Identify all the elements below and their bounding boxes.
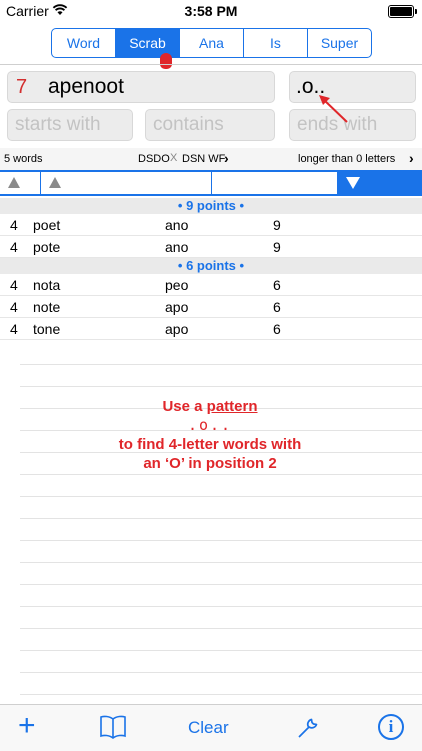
results-list: • 9 points • 4 poet ano 9 4 pote ano 9 •… [0, 198, 422, 340]
remaining-letters: peo [165, 277, 189, 293]
word: note [33, 299, 61, 315]
tab-super[interactable]: Super [308, 29, 371, 57]
info-bar: 5 words DSDO X DSN WF › longer than 0 le… [0, 148, 422, 170]
starts-with-placeholder: starts with [15, 114, 101, 135]
sort-letters-button[interactable] [212, 172, 338, 194]
remaining-letters: apo [165, 299, 189, 315]
pattern-field[interactable]: .o.. [289, 71, 416, 103]
table-row[interactable]: 4 pote ano 9 [0, 236, 422, 258]
annotation-arrow-icon [319, 95, 348, 123]
table-row[interactable]: 4 nota peo 6 [0, 274, 422, 296]
table-row[interactable]: 4 note apo 6 [0, 296, 422, 318]
word: nota [33, 277, 61, 293]
divider [0, 64, 422, 65]
word: tone [33, 321, 61, 337]
letters-count: 7 [16, 76, 28, 98]
points: 9 [273, 239, 281, 255]
status-time: 3:58 PM [184, 3, 238, 19]
points: 6 [273, 299, 281, 315]
add-icon[interactable]: + [18, 711, 36, 741]
word: pote [33, 239, 61, 255]
word-length: 4 [10, 277, 18, 293]
status-bar: Carrier 3:58 PM [0, 0, 422, 22]
dictionary-dsnwf[interactable]: DSN WF [182, 153, 225, 165]
word-length: 4 [10, 217, 18, 233]
sort-bar [0, 170, 422, 196]
tab-word[interactable]: Word [52, 29, 116, 57]
tab-is[interactable]: Is [244, 29, 308, 57]
word-length: 4 [10, 321, 18, 337]
sort-descending-icon [346, 177, 360, 189]
wrench-icon[interactable] [296, 716, 320, 745]
length-filter[interactable]: longer than 0 letters [298, 153, 395, 165]
bottom-toolbar: + Clear i [0, 704, 422, 751]
annotation-pattern-example: .o.. [187, 416, 233, 434]
annotation-line4: an ‘O’ in position 2 [143, 455, 277, 472]
contains-placeholder: contains [153, 114, 224, 135]
dictionary-dsdo[interactable]: DSDO [138, 153, 170, 165]
letters-field[interactable]: 7 apenoot [7, 71, 275, 103]
table-row[interactable]: 4 tone apo 6 [0, 318, 422, 340]
chevron-right-icon[interactable]: › [224, 150, 229, 166]
word-length: 4 [10, 239, 18, 255]
word-length: 4 [10, 299, 18, 315]
word: poet [33, 217, 61, 233]
book-icon[interactable] [99, 715, 127, 744]
table-row[interactable]: 4 poet ano 9 [0, 214, 422, 236]
contains-field[interactable]: contains [145, 109, 275, 141]
annotation-pattern-word: pattern [206, 398, 258, 415]
tab-ana[interactable]: Ana [180, 29, 244, 57]
sort-ascending-icon [49, 177, 61, 188]
starts-with-field[interactable]: starts with [7, 109, 133, 141]
remaining-letters: apo [165, 321, 189, 337]
annotation-prefix: Use a [162, 398, 207, 415]
points: 9 [273, 217, 281, 233]
remaining-letters: ano [165, 217, 189, 233]
points: 6 [273, 277, 281, 293]
dictionary-separator: X [170, 152, 178, 164]
remaining-letters: ano [165, 239, 189, 255]
touch-indicator-icon [160, 53, 172, 69]
group-header: • 9 points • [0, 198, 422, 214]
battery-icon [388, 5, 417, 18]
mode-segmented-control: Word Scrab Ana Is Super [51, 28, 372, 58]
ends-with-field[interactable]: ends with [289, 109, 416, 141]
sort-length-button[interactable] [0, 172, 41, 194]
chevron-right-icon[interactable]: › [409, 150, 414, 166]
group-header: • 6 points • [0, 258, 422, 274]
info-icon[interactable]: i [378, 714, 404, 740]
tab-scrab[interactable]: Scrab [116, 29, 180, 57]
word-count: 5 words [4, 153, 43, 165]
points: 6 [273, 321, 281, 337]
sort-word-button[interactable] [41, 172, 212, 194]
annotation-line3: to find 4-letter words with [118, 436, 302, 453]
clear-button[interactable]: Clear [188, 718, 229, 738]
sort-ascending-icon [8, 177, 20, 188]
help-annotation: Use a pattern .o.. to find 4-letter word… [60, 397, 360, 473]
letters-value: apenoot [48, 75, 124, 98]
sort-points-button[interactable] [338, 172, 422, 194]
